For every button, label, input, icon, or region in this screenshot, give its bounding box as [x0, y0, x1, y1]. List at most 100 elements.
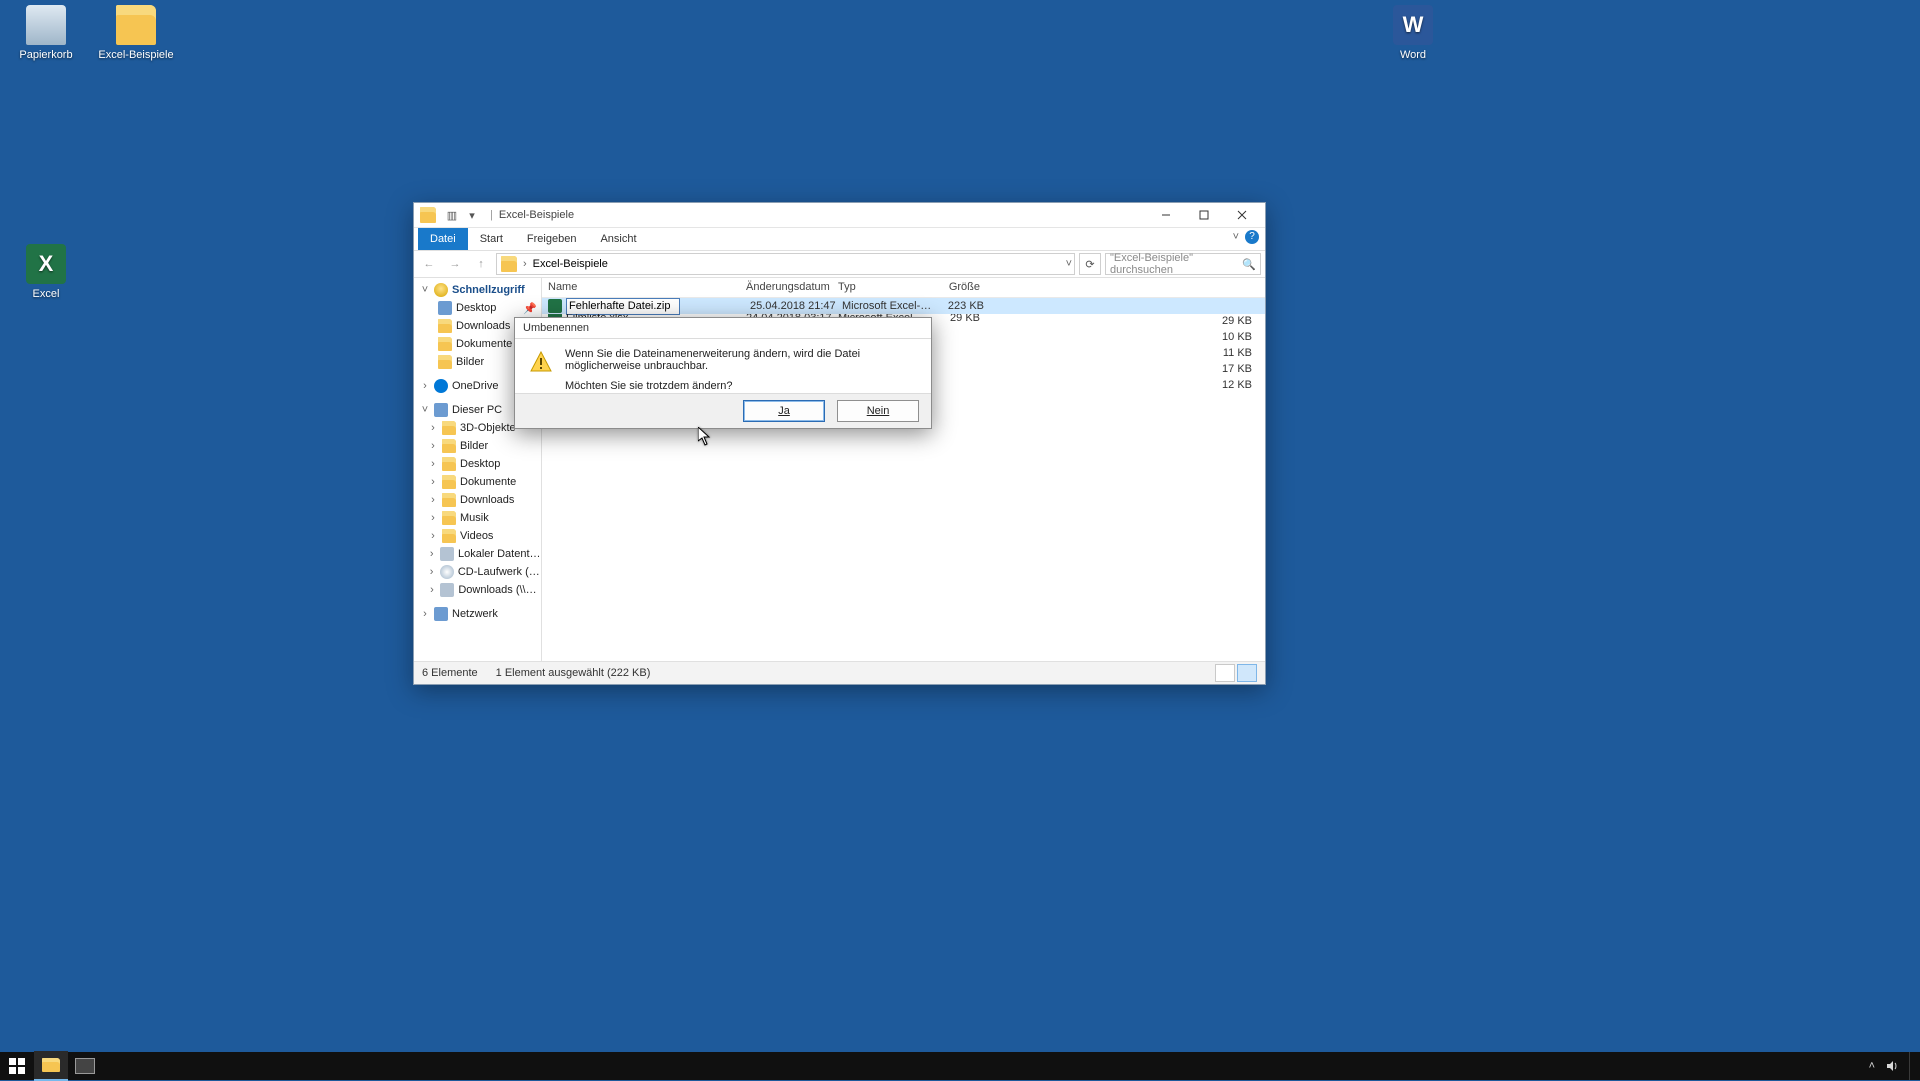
desktop-icon-folder[interactable]: Excel-Beispiele: [98, 5, 174, 61]
breadcrumb-segment[interactable]: Excel-Beispiele: [533, 258, 608, 270]
desktop-icon-label: Word: [1375, 49, 1451, 61]
pc-icon: [434, 403, 448, 417]
tab-file[interactable]: Datei: [418, 228, 468, 250]
folder-icon: [442, 511, 456, 525]
system-tray[interactable]: ˄: [1869, 1052, 1920, 1080]
taskbar-taskview-button[interactable]: [68, 1052, 102, 1080]
explorer-window: ▥ ▾ | Excel-Beispiele Datei Start Freige…: [413, 202, 1266, 685]
titlebar[interactable]: ▥ ▾ | Excel-Beispiele: [414, 203, 1265, 228]
qat-newfolder-icon[interactable]: ▾: [464, 207, 480, 223]
drive-icon: [440, 547, 454, 561]
desktop-icon-label: Excel-Beispiele: [98, 49, 174, 61]
nav-local-disk[interactable]: ›Lokaler Datenträger: [414, 545, 541, 563]
word-icon: W: [1393, 5, 1433, 45]
desktop-icon: [438, 301, 452, 315]
file-size: 223 KB: [932, 300, 984, 312]
help-icon[interactable]: ?: [1245, 230, 1259, 244]
dialog-line1: Wenn Sie die Dateinamenerweiterung änder…: [565, 348, 917, 372]
folder-icon: [442, 475, 456, 489]
folder-icon: [442, 421, 456, 435]
file-size: 29 KB: [928, 314, 980, 322]
desktop-icon-word[interactable]: W Word: [1375, 5, 1451, 61]
col-name[interactable]: Name: [548, 281, 746, 293]
col-type[interactable]: Typ: [838, 281, 928, 293]
ribbon-tabs: Datei Start Freigeben Ansicht ˅ ?: [414, 228, 1265, 251]
nav-up-button[interactable]: ↑: [470, 253, 492, 275]
taskbar-explorer-button[interactable]: [34, 1051, 68, 1081]
yes-button[interactable]: Ja: [743, 400, 825, 422]
folder-icon: [420, 207, 436, 223]
nav-network[interactable]: ›Netzwerk: [414, 605, 541, 623]
address-bar-row: ← → ↑ › Excel-Beispiele ˅ ⟳ "Excel-Beisp…: [414, 251, 1265, 278]
desktop-icon-excel[interactable]: X Excel: [8, 244, 84, 300]
rename-input[interactable]: [566, 298, 680, 315]
nav-desktop-pc[interactable]: ›Desktop: [414, 455, 541, 473]
search-placeholder: "Excel-Beispiele" durchsuchen: [1110, 252, 1256, 276]
column-headers[interactable]: Name Änderungsdatum Typ Größe: [542, 277, 1265, 298]
desktop-icon-recycle-bin[interactable]: Papierkorb: [8, 5, 84, 61]
mouse-cursor-icon: [698, 427, 711, 446]
qat-properties-icon[interactable]: ▥: [444, 207, 460, 223]
folder-icon: [42, 1058, 60, 1072]
nav-net-downloads[interactable]: ›Downloads (\\vbox:: [414, 581, 541, 599]
window-title: Excel-Beispiele: [499, 209, 574, 221]
folder-icon: [442, 529, 456, 543]
dialog-line2: Möchten Sie sie trotzdem ändern?: [565, 380, 917, 392]
ribbon-collapse-icon[interactable]: ˅: [1233, 231, 1239, 243]
cloud-icon: [434, 379, 448, 393]
star-icon: [434, 283, 448, 297]
nav-quick-access[interactable]: ˅Schnellzugriff: [414, 281, 541, 299]
view-large-button[interactable]: [1237, 664, 1257, 682]
folder-icon: [438, 319, 452, 333]
nav-pictures-pc[interactable]: ›Bilder: [414, 437, 541, 455]
nav-cd-drive[interactable]: ›CD-Laufwerk (D:) Vi: [414, 563, 541, 581]
volume-icon[interactable]: [1885, 1059, 1899, 1073]
close-button[interactable]: [1223, 203, 1261, 227]
file-row[interactable]: 25.04.2018 21:47 Microsoft Excel-Ar... 2…: [542, 298, 1265, 314]
folder-icon: [438, 355, 452, 369]
tab-share[interactable]: Freigeben: [515, 228, 589, 250]
start-button[interactable]: [0, 1052, 34, 1080]
chevron-down-icon[interactable]: ˅: [1066, 258, 1072, 270]
taskbar: ˄: [0, 1052, 1920, 1080]
folder-icon: [442, 457, 456, 471]
tray-chevron-up-icon[interactable]: ˄: [1869, 1060, 1875, 1072]
dialog-text: Wenn Sie die Dateinamenerweiterung änder…: [565, 348, 917, 394]
breadcrumb[interactable]: › Excel-Beispiele ˅: [496, 253, 1075, 275]
status-count: 6 Elemente: [422, 667, 478, 679]
refresh-button[interactable]: ⟳: [1079, 253, 1101, 275]
nav-desktop[interactable]: Desktop📌: [414, 299, 541, 317]
nav-forward-button[interactable]: →: [444, 253, 466, 275]
excel-file-icon: [548, 299, 562, 313]
nav-downloads-pc[interactable]: ›Downloads: [414, 491, 541, 509]
nav-back-button[interactable]: ←: [418, 253, 440, 275]
maximize-button[interactable]: [1185, 203, 1223, 227]
pin-icon: 📌: [523, 302, 537, 315]
col-size[interactable]: Größe: [928, 281, 980, 293]
view-details-button[interactable]: [1215, 664, 1235, 682]
nav-music[interactable]: ›Musik: [414, 509, 541, 527]
folder-icon: [438, 337, 452, 351]
qat-separator: |: [490, 209, 493, 221]
no-button[interactable]: Nein: [837, 400, 919, 422]
col-date[interactable]: Änderungsdatum: [746, 281, 838, 293]
minimize-button[interactable]: [1147, 203, 1185, 227]
cd-icon: [440, 565, 454, 579]
nav-documents-pc[interactable]: ›Dokumente: [414, 473, 541, 491]
taskview-icon: [75, 1058, 95, 1074]
tab-home[interactable]: Start: [468, 228, 515, 250]
status-selection: 1 Element ausgewählt (222 KB): [496, 667, 651, 679]
chevron-right-icon[interactable]: ›: [523, 258, 527, 270]
file-type: Microsoft Excel-Ar...: [842, 300, 932, 312]
desktop-icon-label: Excel: [8, 288, 84, 300]
excel-icon: X: [26, 244, 66, 284]
folder-icon: [442, 439, 456, 453]
warning-icon: [529, 350, 553, 374]
tab-view[interactable]: Ansicht: [588, 228, 648, 250]
search-input[interactable]: "Excel-Beispiele" durchsuchen 🔍: [1105, 253, 1261, 275]
dialog-title[interactable]: Umbenennen: [515, 318, 931, 339]
file-sizes-peek: 29 KB 10 KB 11 KB 17 KB 12 KB: [1222, 313, 1252, 393]
show-desktop-button[interactable]: [1909, 1052, 1916, 1080]
nav-videos[interactable]: ›Videos: [414, 527, 541, 545]
rename-dialog: Umbenennen Wenn Sie die Dateinamenerweit…: [514, 317, 932, 429]
